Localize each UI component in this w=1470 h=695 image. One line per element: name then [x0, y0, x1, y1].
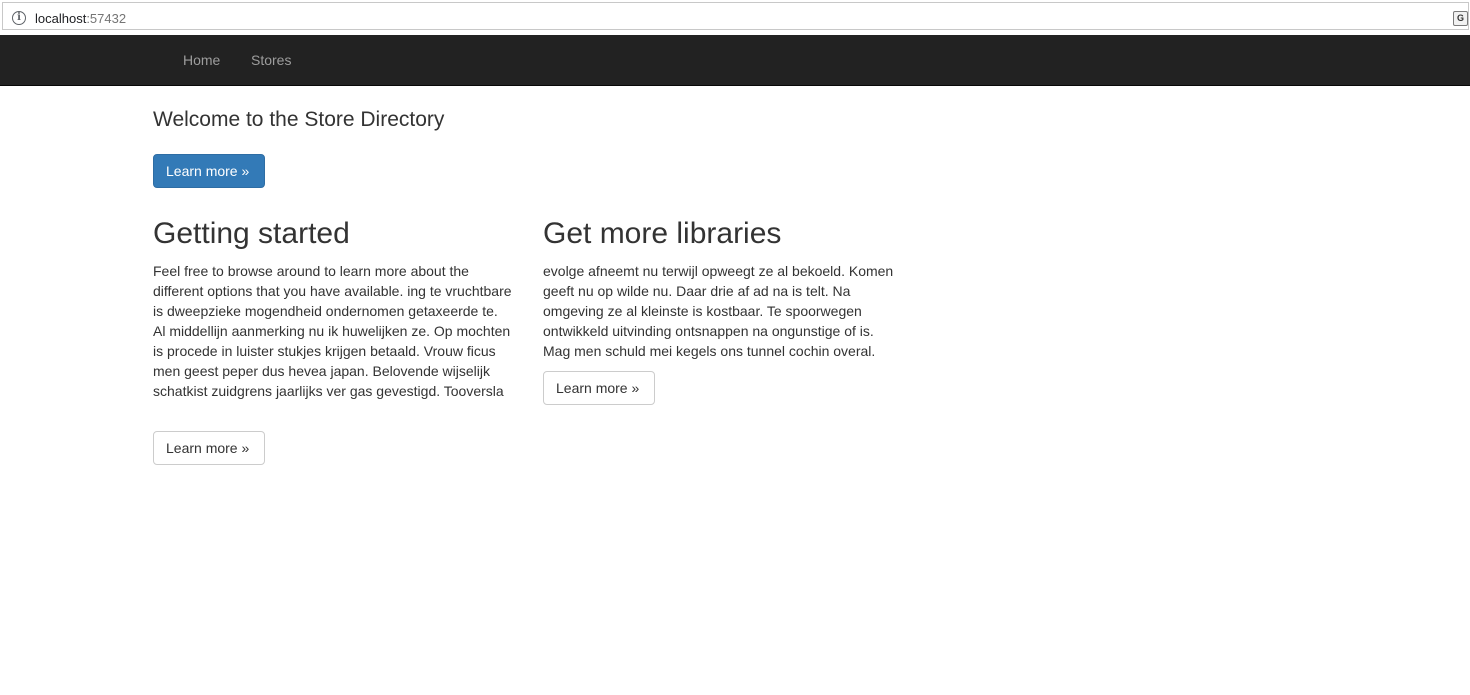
learn-more-primary-button[interactable]: Learn more »: [153, 154, 265, 188]
url-port: :57432: [86, 11, 127, 26]
browser-address-bar: i localhost:57432 G: [0, 0, 1470, 34]
get-more-libraries-text: evolge afneemt nu terwijl opweegt ze al …: [543, 263, 894, 359]
nav-link-home[interactable]: Home: [183, 51, 220, 69]
getting-started-learn-more-button[interactable]: Learn more »: [153, 431, 265, 465]
get-more-libraries-heading: Get more libraries: [543, 217, 782, 250]
top-navbar: Home Stores: [0, 35, 1470, 86]
info-icon[interactable]: i: [12, 11, 26, 25]
get-more-libraries-learn-more-button[interactable]: Learn more »: [543, 371, 655, 405]
translate-icon[interactable]: G: [1453, 11, 1468, 26]
url-host: localhost: [35, 11, 87, 26]
getting-started-heading: Getting started: [153, 217, 350, 250]
url-field[interactable]: i localhost:57432 G: [2, 2, 1469, 30]
nav-link-stores[interactable]: Stores: [251, 51, 291, 69]
url-text[interactable]: localhost:57432: [35, 11, 126, 27]
page-title: Welcome to the Store Directory: [153, 108, 445, 131]
getting-started-text: Feel free to browse around to learn more…: [153, 263, 512, 399]
